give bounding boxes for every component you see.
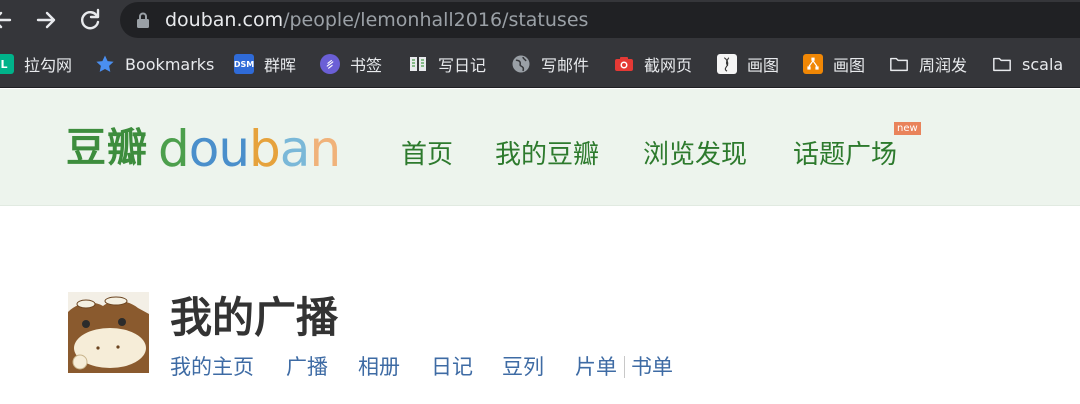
bookmark-label: 写日记: [438, 56, 487, 75]
new-badge: new: [894, 122, 921, 135]
browser-toolbar: douban.com/people/lemonhall2016/statuses: [0, 0, 1080, 40]
bookmark-label: 拉勾网: [24, 56, 73, 75]
nav-explore[interactable]: 浏览发现: [643, 134, 747, 171]
logo-letter: a: [279, 120, 311, 178]
back-button[interactable]: [0, 6, 16, 34]
avatar[interactable]: [68, 292, 149, 373]
link-albums[interactable]: 相册: [358, 354, 400, 380]
bookmark-label: scala: [1022, 54, 1064, 74]
reload-icon: [81, 8, 100, 30]
bookmark-screenshot[interactable]: 截网页: [614, 52, 692, 76]
bookmark-synology[interactable]: DSM 群晖: [234, 52, 296, 76]
camera-icon: [614, 54, 634, 74]
douban-nav: 豆瓣 douban 首页 我的豆瓣 浏览发现 话题广场 new: [0, 89, 1080, 206]
book-icon: [408, 54, 428, 74]
folder-icon: [889, 54, 909, 74]
link-statuses[interactable]: 广播: [286, 354, 328, 380]
link-divider: [624, 356, 625, 378]
url-host: douban.com: [165, 9, 284, 31]
logo-cn: 豆瓣: [66, 125, 148, 171]
bookmark-label: Bookmarks: [125, 54, 215, 74]
forward-button[interactable]: [32, 6, 60, 34]
bookmark-label: 群晖: [264, 56, 297, 75]
url-text: douban.com/people/lemonhall2016/statuses: [165, 8, 588, 32]
dsm-icon: DSM: [234, 54, 254, 74]
bookmark-drawing[interactable]: 画图: [717, 52, 779, 76]
bookmark-bookmarks-cn[interactable]: 书签: [320, 52, 382, 76]
star-icon: [95, 54, 115, 74]
bookmark-write-diary[interactable]: 写日记: [408, 52, 486, 76]
lagou-icon: L: [0, 54, 14, 74]
bookmark-label: 画图: [747, 56, 780, 75]
bookmark-label: 写邮件: [541, 56, 590, 75]
link-diary[interactable]: 日记: [431, 354, 473, 380]
nav-my-douban[interactable]: 我的豆瓣: [495, 134, 599, 171]
logo-letter: d: [158, 120, 190, 178]
drawing-icon: [717, 54, 737, 74]
link-my-homepage[interactable]: 我的主页: [170, 354, 254, 380]
arrow-right-icon: [36, 11, 56, 29]
globe-icon: [511, 54, 531, 74]
bookmark-bookmarks[interactable]: Bookmarks: [95, 52, 214, 76]
bookmark-drawio[interactable]: 画图: [803, 52, 865, 76]
arrow-left-icon: [0, 11, 12, 29]
lock-icon: [137, 12, 149, 28]
logo-letter: n: [309, 120, 341, 178]
logo-letter: u: [218, 120, 250, 178]
folder-icon: [992, 54, 1012, 74]
draw-io-icon: [803, 54, 823, 74]
url-path: /people/lemonhall2016/statuses: [283, 9, 589, 31]
nav-home[interactable]: 首页: [401, 134, 453, 171]
bookmark-label: 书签: [350, 56, 383, 75]
bookmark-label: 周润发: [919, 56, 968, 75]
reload-button[interactable]: [76, 6, 104, 34]
logo-en: douban: [158, 119, 341, 179]
link-doulists[interactable]: 豆列: [502, 354, 544, 380]
bookmark-folder-chow[interactable]: 周润发: [889, 52, 967, 76]
bookmark-lagou[interactable]: L 拉勾网: [0, 52, 72, 76]
bookmark-label: 画图: [833, 56, 866, 75]
logo-letter: o: [188, 120, 220, 178]
link-movie-lists[interactable]: 片单: [575, 354, 617, 380]
bookmarks-bar: L 拉勾网 Bookmarks DSM 群晖 书签 写日记 写邮件 截网页 画图…: [0, 40, 1080, 88]
bookmark-folder-scala[interactable]: scala: [992, 52, 1063, 76]
bookmark-write-mail[interactable]: 写邮件: [511, 52, 589, 76]
logo-letter: b: [249, 120, 281, 178]
bookmark-label: 截网页: [644, 56, 693, 75]
address-bar[interactable]: douban.com/people/lemonhall2016/statuses: [120, 2, 1080, 38]
nav-topics[interactable]: 话题广场: [793, 134, 897, 171]
cow-avatar-icon: [68, 292, 149, 373]
page-title: 我的广播: [170, 293, 339, 342]
link-circle-icon: [320, 54, 340, 74]
link-book-lists[interactable]: 书单: [631, 354, 673, 380]
